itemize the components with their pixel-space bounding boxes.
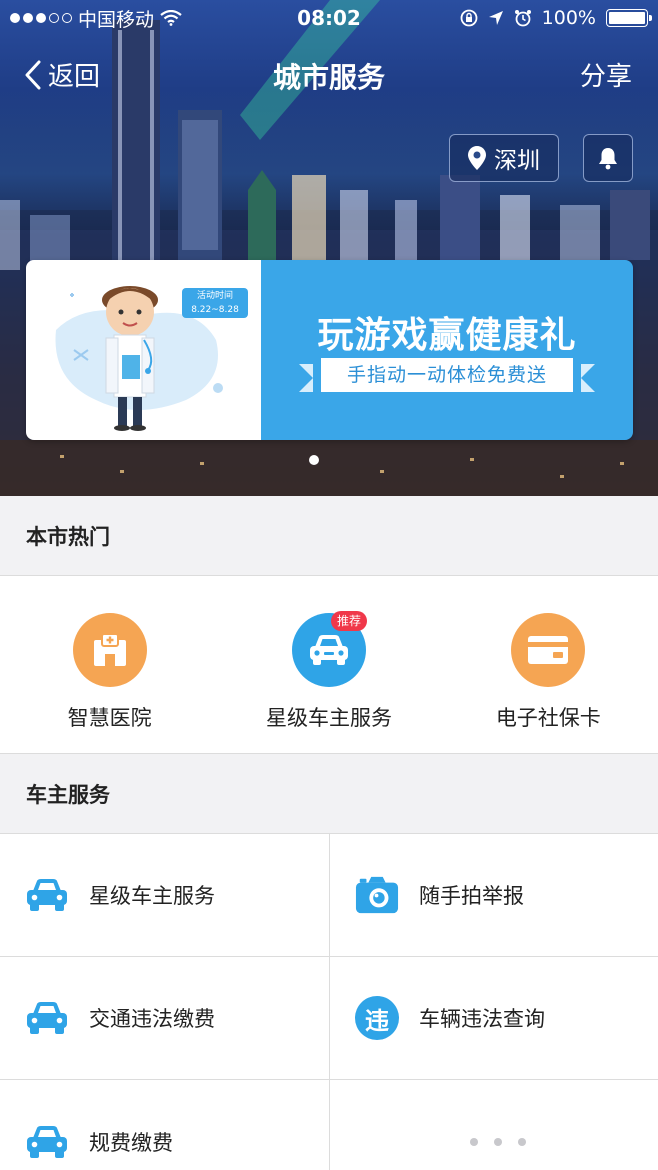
battery-icon: [606, 9, 652, 27]
car-section-label: 车主服务: [26, 782, 110, 807]
car-service-label: 交通违法缴费: [89, 1007, 215, 1031]
hot-section-title: 本市热门: [0, 496, 658, 576]
car-service-fee-payment[interactable]: 规费缴费: [0, 1080, 329, 1170]
bell-icon: [599, 148, 617, 170]
more-services-button[interactable]: [329, 1080, 658, 1170]
banner-title: 玩游戏赢健康礼: [317, 315, 577, 356]
ribbon-tail-left: [299, 364, 313, 392]
car-service-label: 车辆违法查询: [419, 1007, 545, 1031]
notification-button[interactable]: [583, 134, 633, 182]
share-button[interactable]: 分享: [580, 56, 632, 93]
more-dots-icon: [470, 1137, 526, 1146]
violation-glyph: 违: [355, 996, 399, 1040]
car-section-title: 车主服务: [0, 754, 658, 834]
event-date-tag: 活动时间 8.22~8.28: [182, 288, 248, 318]
violation-icon: 违: [355, 996, 399, 1040]
city-name: 深圳: [494, 148, 540, 174]
battery-percent: 100%: [541, 7, 596, 29]
car-service-label: 规费缴费: [89, 1130, 173, 1155]
car-service-violation-query[interactable]: 违 车辆违法查询: [329, 957, 658, 1080]
nav-bar: 返回 城市服务 分享: [0, 44, 658, 104]
wifi-icon: [160, 10, 182, 26]
hot-item-label: 智慧医院: [67, 706, 152, 730]
hot-section-label: 本市热门: [26, 524, 110, 549]
banner-illustration: 活动时间 8.22~8.28: [26, 260, 261, 440]
event-date-range: 8.22~8.28: [191, 305, 239, 315]
map-pin-icon: [468, 146, 486, 170]
location-arrow-icon: [488, 11, 503, 25]
rotation-lock-icon: [460, 9, 478, 27]
hot-item-star-car-service[interactable]: 推荐 星级车主服务: [219, 576, 438, 754]
car-icon: [25, 996, 69, 1040]
ribbon-tail-right: [581, 364, 595, 392]
card-icon: [511, 613, 586, 687]
chevron-left-icon: [25, 60, 41, 89]
car-service-star-owner[interactable]: 星级车主服务: [0, 834, 329, 957]
signal-strength-icon: [10, 13, 72, 23]
car-service-traffic-fine-payment[interactable]: 交通违法缴费: [0, 957, 329, 1080]
city-selector-button[interactable]: 深圳: [449, 134, 559, 182]
car-services-grid: 星级车主服务 随手拍举报 交通违法缴费 违 车辆违法查询 规费缴费: [0, 834, 658, 1170]
camera-icon: [355, 873, 399, 917]
doctor-illustration-icon: [55, 286, 223, 431]
carousel-indicator: [309, 455, 319, 465]
car-icon: [25, 1120, 69, 1164]
carrier-name: 中国移动: [78, 8, 155, 31]
hot-services-row: 智慧医院 推荐 星级车主服务 电子社保卡: [0, 576, 658, 754]
event-date-title: 活动时间: [196, 291, 233, 301]
back-button-label: 返回: [48, 62, 101, 92]
hero-header: 中国移动 08:02 100% 返回 城市服务 分享 深圳 活动时间 8.22~…: [0, 0, 658, 496]
car-service-label: 星级车主服务: [89, 884, 215, 908]
recommended-badge: 推荐: [330, 611, 367, 631]
hot-item-smart-hospital[interactable]: 智慧医院: [0, 576, 219, 754]
status-bar: 中国移动 08:02 100%: [0, 0, 658, 36]
banner-subtitle: 手指动一动体检免费送: [321, 358, 573, 392]
car-service-label: 随手拍举报: [419, 884, 524, 908]
car-service-photo-report[interactable]: 随手拍举报: [329, 834, 658, 957]
promo-banner[interactable]: 活动时间 8.22~8.28 玩游戏赢健康礼 手指动一动体检免费送: [26, 260, 633, 440]
hot-item-label: 星级车主服务: [265, 706, 392, 730]
hot-item-social-security-card[interactable]: 电子社保卡: [439, 576, 658, 754]
car-icon: [25, 873, 69, 917]
back-button[interactable]: 返回: [24, 56, 100, 93]
hospital-icon: [72, 613, 147, 687]
banner-text-panel: 玩游戏赢健康礼 手指动一动体检免费送: [261, 260, 633, 440]
hot-item-label: 电子社保卡: [495, 706, 601, 730]
alarm-icon: [514, 10, 531, 27]
